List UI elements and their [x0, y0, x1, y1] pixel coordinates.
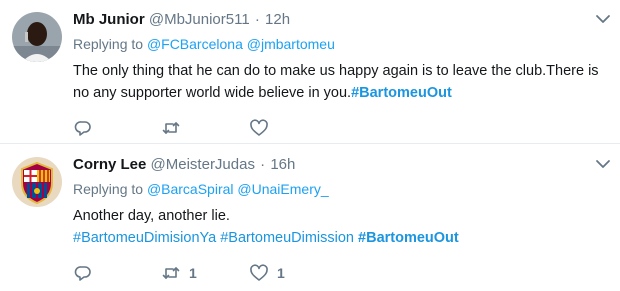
- avatar[interactable]: [12, 12, 62, 62]
- display-name[interactable]: Mb Junior: [73, 11, 145, 28]
- tweet-text-line: no any supporter world wide believe in y…: [73, 85, 352, 101]
- retweet-button[interactable]: [161, 117, 249, 139]
- replying-to: Replying to @BarcaSpiral @UnaiEmery_: [73, 179, 610, 199]
- hashtag-link[interactable]: #BartomeuDimission: [220, 230, 354, 246]
- tweet[interactable]: Corny Lee @MeisterJudas · 16h Replying t…: [0, 145, 620, 291]
- avatar[interactable]: [12, 157, 62, 207]
- replying-to-label: Replying to: [73, 36, 144, 52]
- mention-link[interactable]: @FCBarcelona: [147, 36, 243, 52]
- retweet-icon: [161, 118, 181, 138]
- hashtag-link[interactable]: #BartomeuOut: [351, 85, 452, 101]
- reply-icon: [73, 263, 93, 283]
- tweet-text-line: Another day, another lie.: [73, 208, 230, 224]
- tweet-text-line: The only thing that he can do to make us…: [73, 63, 599, 79]
- chevron-down-icon[interactable]: [592, 153, 614, 175]
- timestamp[interactable]: 12h: [265, 11, 290, 28]
- tweet-actions: 1 1: [73, 262, 337, 284]
- display-name[interactable]: Corny Lee: [73, 156, 146, 173]
- retweet-icon: [161, 263, 181, 283]
- mention-link[interactable]: @UnaiEmery_: [237, 181, 328, 197]
- tweet-header: Mb Junior @MbJunior511 · 12h: [73, 10, 610, 30]
- timestamp[interactable]: 16h: [270, 156, 295, 173]
- like-button[interactable]: [249, 117, 337, 139]
- tweet-text: The only thing that he can do to make us…: [73, 60, 610, 104]
- hashtag-link[interactable]: #BartomeuOut: [358, 230, 459, 246]
- replying-to: Replying to @FCBarcelona @jmbartomeu: [73, 34, 610, 54]
- user-handle[interactable]: @MeisterJudas: [151, 156, 255, 173]
- reply-button[interactable]: [73, 117, 161, 139]
- mention-link[interactable]: @jmbartomeu: [247, 36, 335, 52]
- reply-button[interactable]: [73, 262, 161, 284]
- heart-icon: [249, 263, 269, 283]
- like-button[interactable]: 1: [249, 262, 337, 284]
- hashtag-link[interactable]: #BartomeuDimisionYa: [73, 230, 216, 246]
- tweet-header: Corny Lee @MeisterJudas · 16h: [73, 155, 610, 175]
- retweet-button[interactable]: 1: [161, 262, 249, 284]
- separator: ·: [254, 11, 260, 28]
- tweet-text: Another day, another lie. #BartomeuDimis…: [73, 205, 610, 249]
- reply-icon: [73, 118, 93, 138]
- heart-icon: [249, 118, 269, 138]
- mention-link[interactable]: @BarcaSpiral: [147, 181, 234, 197]
- replying-to-label: Replying to: [73, 181, 144, 197]
- tweet-actions: [73, 117, 337, 139]
- user-handle[interactable]: @MbJunior511: [149, 11, 250, 28]
- like-count: 1: [277, 265, 285, 281]
- chevron-down-icon[interactable]: [592, 8, 614, 30]
- retweet-count: 1: [189, 265, 197, 281]
- tweet[interactable]: Mb Junior @MbJunior511 · 12h Replying to…: [0, 0, 620, 144]
- separator: ·: [260, 156, 266, 173]
